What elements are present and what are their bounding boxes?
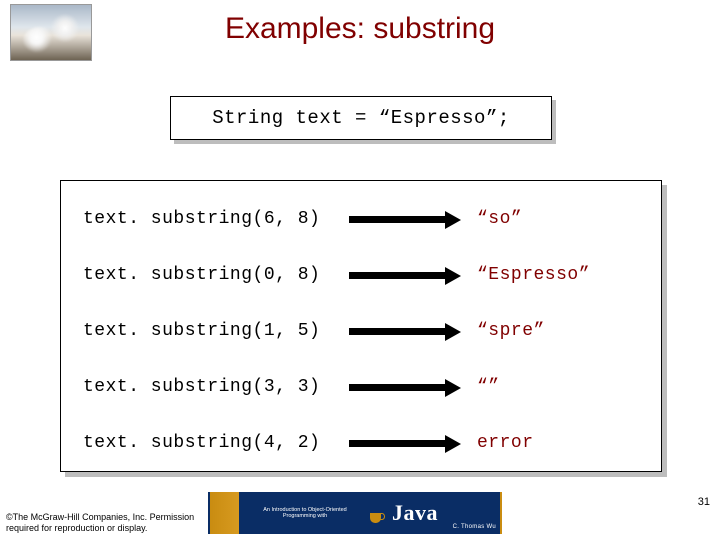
page-number: 31: [698, 496, 710, 508]
coffee-cup-icon: [368, 501, 386, 525]
example-expression: text. substring(4, 2): [83, 433, 320, 453]
example-result: “Espresso”: [477, 265, 590, 285]
slide-title: Examples: substring: [0, 12, 720, 46]
example-result: “”: [477, 377, 500, 397]
example-row: text. substring(0, 8) “Espresso”: [61, 247, 661, 303]
arrow-icon: [349, 325, 461, 337]
slide-footer: ©The McGraw-Hill Companies, Inc. Permiss…: [0, 490, 720, 540]
code-declaration-box: String text = “Espresso”;: [170, 96, 552, 140]
arrow-icon: [349, 437, 461, 449]
examples-table: text. substring(6, 8) “so” text. substri…: [60, 180, 662, 472]
example-expression: text. substring(1, 5): [83, 321, 320, 341]
banner-java-text: Java: [392, 500, 438, 526]
slide: Examples: substring String text = “Espre…: [0, 0, 720, 540]
example-row: text. substring(4, 2) error: [61, 415, 661, 471]
example-result: “spre”: [477, 321, 545, 341]
banner-left-stripe: [210, 494, 250, 532]
arrow-icon: [349, 213, 461, 225]
example-expression: text. substring(6, 8): [83, 209, 320, 229]
example-row: text. substring(1, 5) “spre”: [61, 303, 661, 359]
arrow-icon: [349, 381, 461, 393]
example-result: “so”: [477, 209, 522, 229]
code-declaration-text: String text = “Espresso”;: [212, 107, 510, 129]
banner-author-text: C. Thomas Wu: [453, 524, 496, 530]
banner-intro-text: An Introduction to Object-Oriented Progr…: [250, 507, 360, 520]
example-expression: text. substring(0, 8): [83, 265, 320, 285]
textbook-banner: An Introduction to Object-Oriented Progr…: [208, 492, 502, 534]
arrow-icon: [349, 269, 461, 281]
example-expression: text. substring(3, 3): [83, 377, 320, 397]
example-result: error: [477, 433, 534, 453]
example-row: text. substring(6, 8) “so”: [61, 191, 661, 247]
copyright-text: ©The McGraw-Hill Companies, Inc. Permiss…: [6, 512, 196, 535]
example-row: text. substring(3, 3) “”: [61, 359, 661, 415]
